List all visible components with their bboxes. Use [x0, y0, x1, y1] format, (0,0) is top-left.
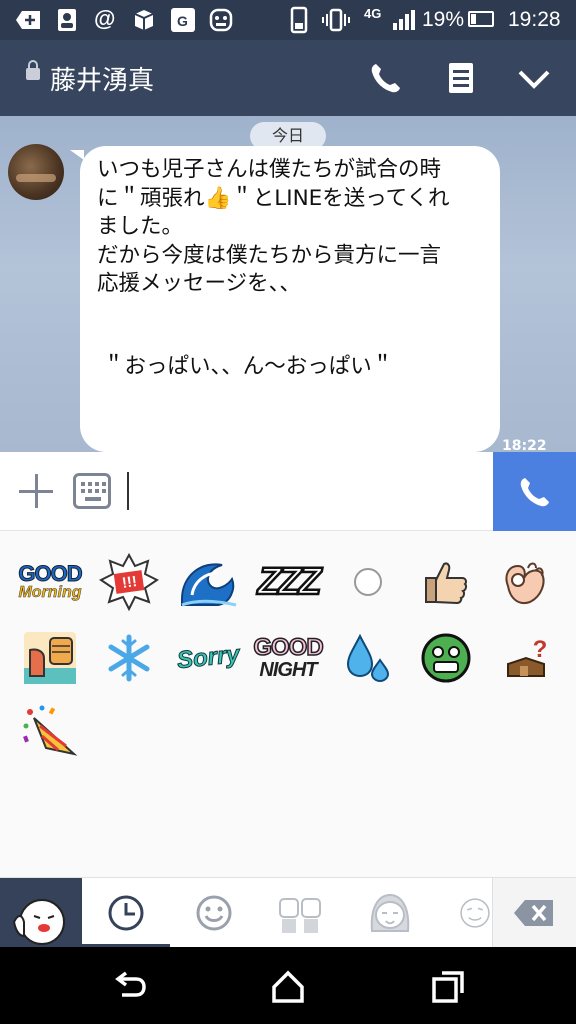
clock-icon — [108, 895, 144, 931]
party-popper-icon — [23, 705, 78, 756]
vibrate-icon — [322, 8, 350, 32]
thumbs-up-icon — [425, 562, 468, 605]
network-label: 4G — [364, 6, 382, 21]
tab-sticker-set-1[interactable] — [256, 878, 344, 948]
notes-button[interactable] — [443, 60, 479, 96]
wave-icon — [181, 563, 237, 607]
input-bar — [0, 452, 576, 531]
call-button[interactable] — [368, 60, 404, 96]
voice-call-button[interactable] — [493, 452, 576, 531]
sticker-tab-bar — [0, 877, 576, 948]
character-face-icon — [12, 899, 65, 945]
circle-icon — [354, 568, 382, 596]
ok-hand-icon — [505, 562, 545, 604]
chevron-down-button[interactable] — [516, 60, 552, 96]
battery-icon — [468, 11, 494, 27]
status-bar: @ G 4G 19% 19:28 — [0, 0, 576, 40]
box-icon — [134, 10, 154, 30]
tab-sticker-set-3[interactable] — [432, 878, 492, 948]
water-drops-icon — [346, 633, 390, 683]
sticker-drops[interactable] — [336, 626, 400, 690]
tab-recent[interactable] — [82, 878, 170, 948]
backspace-button[interactable] — [492, 878, 576, 948]
sticker-fist[interactable] — [18, 626, 82, 690]
fist-icon — [24, 632, 76, 684]
phone-icon — [290, 6, 308, 34]
system-nav-bar — [0, 947, 576, 1024]
message-input[interactable] — [127, 472, 129, 510]
sticker-wave[interactable] — [176, 550, 240, 614]
sticker-text: GOOD — [253, 634, 325, 661]
sticker-sick-face[interactable] — [414, 626, 478, 690]
at-icon: @ — [94, 6, 116, 31]
clock: 19:28 — [508, 8, 561, 31]
sticker-good-night[interactable]: GOOD NIGHT — [253, 626, 325, 690]
keyboard-icon[interactable] — [73, 473, 111, 509]
sticker-text: !!! — [120, 572, 138, 592]
message-bubble[interactable]: いつも児子さんは僕たちが試合の時 に＂頑張れ👍＂とLINEを送ってくれ ました。… — [70, 146, 500, 452]
two-people-icon — [279, 898, 321, 933]
face-icon — [460, 898, 490, 928]
sticker-party-popper[interactable] — [18, 700, 82, 764]
avatar[interactable] — [8, 144, 64, 200]
sticker-question-box[interactable]: ? — [494, 626, 558, 690]
girl-face-icon — [370, 893, 410, 932]
android-icon — [209, 8, 233, 32]
message-line: に＂頑張れ👍＂とLINEを送ってくれ — [97, 185, 450, 211]
sticker-good-morning[interactable]: GOOD Morning — [18, 550, 83, 614]
backspace-icon — [514, 900, 553, 926]
sticker-text: GOOD — [18, 561, 83, 586]
sticker-zzz[interactable]: ZZZ — [256, 550, 322, 614]
chat-title: 藤井湧真 — [50, 66, 155, 96]
message-line: ました。 — [97, 214, 184, 239]
chat-header: 藤井湧真 — [0, 40, 576, 116]
contacts-icon — [58, 9, 76, 31]
maps-icon: G — [171, 8, 195, 32]
lock-icon — [26, 60, 40, 80]
message-line: 応援メッセージを、、 — [97, 271, 301, 296]
message-time: 18:22 — [502, 438, 547, 452]
sticker-text: NIGHT — [259, 659, 317, 681]
sticker-exclaim[interactable]: !!! — [97, 550, 161, 614]
message-line: ＂おっぱい、、ん〜おっぱい＂ — [103, 353, 394, 379]
message-spacer — [97, 341, 486, 353]
message-spacer — [97, 299, 486, 341]
plus-icon[interactable] — [17, 472, 55, 510]
message-line: いつも児子さんは僕たちが試合の時 — [97, 157, 442, 182]
back-button[interactable] — [110, 967, 150, 1007]
message-line: だから今度は僕たちから貴方に一言 — [97, 242, 442, 268]
recents-button[interactable] — [428, 967, 468, 1007]
phone-icon — [520, 478, 549, 507]
tab-sticker-shop[interactable] — [0, 878, 82, 948]
battery-percent: 19% — [422, 8, 465, 31]
signal-icon — [393, 10, 415, 30]
smiley-icon — [196, 895, 232, 931]
box-icon — [507, 656, 545, 677]
add-icon — [16, 11, 40, 29]
sticker-thumbs-up[interactable] — [414, 550, 478, 614]
svg-text:G: G — [177, 13, 188, 29]
sticker-panel: GOOD Morning !!! ZZZ Sorry GOOD NIGHT ? — [0, 532, 576, 878]
sticker-circle[interactable] — [336, 550, 400, 614]
tab-sticker-set-2[interactable] — [346, 878, 434, 948]
sticker-sorry[interactable]: Sorry — [172, 626, 244, 690]
sticker-snowflake[interactable] — [97, 626, 161, 690]
tab-emoji[interactable] — [170, 878, 258, 948]
sick-face-icon — [421, 633, 471, 683]
chat-area[interactable]: 今日 いつも児子さんは僕たちが試合の時 に＂頑張れ👍＂とLINEを送ってくれ ま… — [0, 116, 576, 452]
snowflake-icon — [108, 634, 150, 682]
home-button[interactable] — [268, 967, 308, 1007]
sticker-text: ZZZ — [256, 561, 322, 603]
sticker-ok-hand[interactable] — [492, 550, 556, 614]
sticker-text: Sorry — [175, 640, 241, 675]
sticker-text: Morning — [18, 584, 82, 601]
